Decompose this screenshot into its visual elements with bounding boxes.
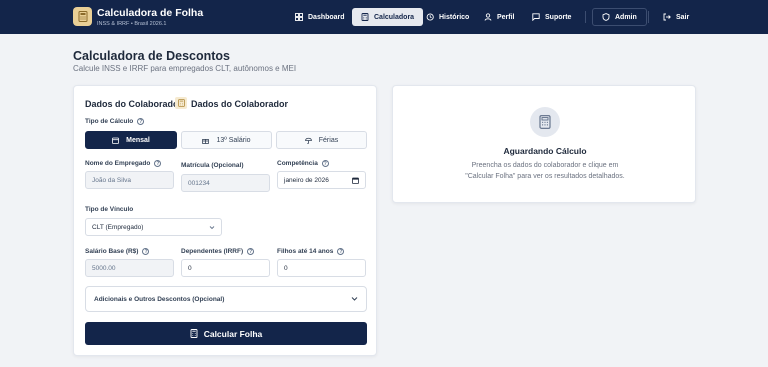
help-icon[interactable]: ?	[337, 248, 345, 255]
dependentes-label-text: Dependentes (IRRF)	[181, 248, 244, 255]
help-icon[interactable]: ?	[247, 248, 255, 255]
calculator-logo-icon[interactable]	[73, 7, 92, 26]
tab-13-salario-label: 13º Salário	[216, 136, 251, 144]
calculator-icon	[190, 329, 198, 338]
chevron-down-icon	[209, 226, 215, 230]
tab-ferias-label: Férias	[318, 136, 339, 144]
dependentes-input[interactable]: 0	[181, 259, 270, 277]
tab-ferias[interactable]: Férias	[276, 131, 367, 149]
nav-dashboard[interactable]: Dashboard	[286, 8, 354, 26]
tab-mensal[interactable]: Mensal	[85, 131, 177, 149]
nome-label: Nome do Empregado ?	[85, 160, 162, 167]
nav-suporte-label: Suporte	[545, 13, 572, 21]
salario-label: Salário Base (R$) ?	[85, 248, 150, 255]
salario-placeholder: 5000.00	[92, 264, 116, 272]
nav-historico-label: Histórico	[439, 13, 470, 21]
result-description-line: "Calcular Folha" para ver os resultados …	[465, 173, 625, 180]
nome-placeholder: João da Silva	[92, 176, 132, 184]
form-heading-secondary: Dados do Colaborador	[191, 99, 289, 109]
logout-icon	[663, 13, 671, 21]
adicionais-accordion[interactable]: Adicionais e Outros Descontos (Opcional)	[85, 286, 367, 312]
nav-sair[interactable]: Sair	[654, 8, 698, 26]
calculator-icon	[175, 97, 187, 109]
nav-calculadora-label: Calculadora	[374, 13, 415, 21]
vinculo-value: CLT (Empregado)	[92, 223, 144, 231]
calcular-folha-label: Calcular Folha	[203, 328, 263, 339]
adicionais-label: Adicionais e Outros Descontos (Opcional)	[94, 296, 225, 303]
nav-perfil-label: Perfil	[497, 13, 515, 21]
tab-mensal-label: Mensal	[126, 136, 150, 144]
vinculo-label: Tipo de Vínculo	[85, 206, 133, 213]
history-icon	[426, 13, 434, 21]
matricula-label: Matrícula (Opcional)	[181, 162, 243, 169]
nav-suporte[interactable]: Suporte	[523, 8, 580, 26]
salario-input[interactable]: 5000.00	[85, 259, 174, 277]
calculator-icon	[361, 13, 369, 21]
dashboard-icon	[295, 13, 303, 21]
competencia-label-text: Competência	[277, 160, 318, 167]
help-icon[interactable]: ?	[142, 248, 150, 255]
top-navbar: Calculadora de Folha INSS & IRRF • Brasi…	[0, 0, 768, 34]
vinculo-select[interactable]: CLT (Empregado)	[85, 218, 222, 236]
nav-historico[interactable]: Histórico	[417, 8, 478, 26]
shield-icon	[602, 13, 610, 21]
matricula-input[interactable]: 001234	[181, 174, 270, 192]
tipo-calculo-label: Tipo de Cálculo ?	[85, 118, 145, 125]
nav-calculadora[interactable]: Calculadora	[352, 8, 424, 26]
app-subtitle: INSS & IRRF • Brasil 2026.1	[97, 21, 167, 27]
page-subtitle: Calcule INSS e IRRF para empregados CLT,…	[73, 64, 297, 73]
salario-label-text: Salário Base (R$)	[85, 248, 139, 255]
nav-divider	[585, 11, 586, 23]
form-heading: Dados do Colaborador	[85, 99, 183, 109]
calculator-icon	[530, 107, 560, 137]
chevron-down-icon	[351, 297, 358, 301]
calendar-icon[interactable]	[352, 177, 359, 184]
dependentes-value: 0	[188, 264, 192, 272]
competencia-input[interactable]: janeiro de 2026	[277, 171, 366, 189]
umbrella-icon	[304, 137, 312, 144]
nav-dashboard-label: Dashboard	[308, 13, 345, 21]
filhos-input[interactable]: 0	[277, 259, 366, 277]
page-title: Calculadora de Descontos	[73, 49, 230, 63]
matricula-label-text: Matrícula (Opcional)	[181, 162, 244, 169]
nav-admin[interactable]: Admin	[592, 8, 647, 26]
help-icon[interactable]: ?	[154, 160, 162, 167]
gift-icon	[202, 138, 210, 144]
nome-label-text: Nome do Empregado	[85, 160, 151, 167]
nav-perfil[interactable]: Perfil	[475, 8, 524, 26]
result-title: Aguardando Cálculo	[503, 146, 587, 156]
nav-admin-label: Admin	[615, 13, 637, 21]
filhos-value: 0	[284, 264, 288, 272]
nome-input[interactable]: João da Silva	[85, 171, 174, 189]
result-description-line: Preencha os dados do colaborador e cliqu…	[471, 162, 619, 169]
calendar-icon	[112, 137, 120, 144]
result-description: Preencha os dados do colaborador e cliqu…	[393, 160, 697, 182]
help-icon[interactable]: ?	[137, 118, 145, 125]
filhos-label: Filhos até 14 anos ?	[277, 248, 345, 255]
employee-form-card: Dados do Colaborador Dados do Colaborado…	[73, 85, 377, 356]
result-card: Aguardando Cálculo Preencha os dados do …	[392, 85, 696, 203]
competencia-label: Competência ?	[277, 160, 329, 167]
tab-13-salario[interactable]: 13º Salário	[181, 131, 272, 149]
calcular-folha-button[interactable]: Calcular Folha	[85, 322, 367, 345]
help-icon[interactable]: ?	[321, 160, 329, 167]
filhos-label-text: Filhos até 14 anos	[277, 248, 334, 255]
nav-divider	[648, 11, 649, 23]
vinculo-label-text: Tipo de Vínculo	[85, 206, 134, 213]
chat-icon	[532, 13, 540, 21]
tipo-calculo-label-text: Tipo de Cálculo	[85, 118, 134, 125]
user-icon	[484, 13, 492, 21]
competencia-value: janeiro de 2026	[284, 176, 329, 184]
matricula-placeholder: 001234	[188, 179, 210, 187]
nav-sair-label: Sair	[676, 13, 690, 21]
dependentes-label: Dependentes (IRRF) ?	[181, 248, 255, 255]
app-title: Calculadora de Folha	[97, 7, 204, 19]
